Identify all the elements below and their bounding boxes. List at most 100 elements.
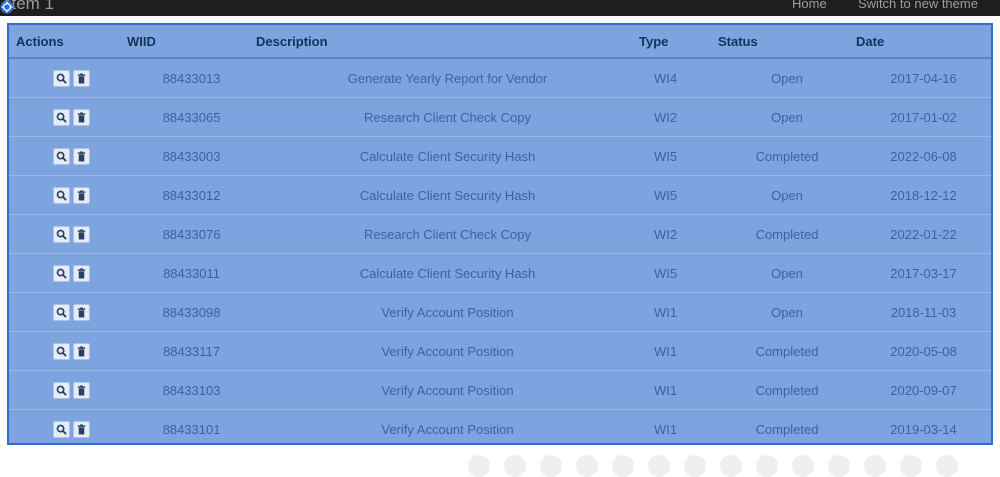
column-header-description[interactable]: Description — [256, 25, 639, 59]
cell-date: 2020-05-08 — [856, 331, 991, 371]
cell-status: Completed — [718, 331, 856, 371]
trash-icon — [76, 267, 87, 279]
pagination-dot[interactable] — [648, 455, 670, 477]
trash-icon — [76, 189, 87, 201]
trash-icon — [76, 423, 87, 435]
pagination-dot[interactable] — [612, 455, 634, 477]
view-button[interactable] — [52, 381, 70, 399]
delete-button[interactable] — [72, 225, 90, 243]
table-row[interactable]: 88433117 Verify Account Position WI1 Comple… — [9, 331, 991, 371]
cell-type: WI2 — [639, 97, 718, 137]
view-button[interactable] — [52, 420, 70, 438]
trash-icon — [76, 111, 87, 123]
search-icon — [56, 112, 67, 123]
pagination-dot[interactable] — [540, 455, 562, 477]
nav-home-link[interactable]: Home — [792, 0, 827, 13]
delete-button[interactable] — [72, 108, 90, 126]
pagination-dot[interactable] — [936, 455, 958, 477]
pagination-dot[interactable] — [576, 455, 598, 477]
cell-wiid: 88433076 — [127, 214, 256, 254]
table-row[interactable]: 88433101 Verify Account Position WI1 Comple… — [9, 410, 991, 444]
cell-wiid: 88433012 — [127, 175, 256, 215]
pagination-dot[interactable] — [684, 455, 706, 477]
view-button[interactable] — [52, 342, 70, 360]
search-icon — [56, 190, 67, 201]
cell-wiid: 88433003 — [127, 136, 256, 176]
pagination-dot[interactable] — [720, 455, 742, 477]
table-row[interactable]: 88433098 Verify Account Position WI1 Open 20… — [9, 292, 991, 332]
delete-button[interactable] — [72, 381, 90, 399]
table-row[interactable]: 88433003 Calculate Client Security Hash WI… — [9, 136, 991, 176]
row-actions-cell — [9, 253, 127, 293]
column-header-wiid[interactable]: WIID — [127, 25, 256, 59]
top-navbar: stem 1 Home Switch to new theme — [0, 0, 1000, 16]
trash-icon — [76, 228, 87, 240]
nav-switch-theme-link[interactable]: Switch to new theme — [858, 0, 978, 13]
cell-wiid: 88433101 — [162, 421, 221, 437]
pagination-dot[interactable] — [468, 455, 490, 477]
delete-button[interactable] — [72, 303, 90, 321]
view-button[interactable] — [52, 303, 70, 321]
delete-button[interactable] — [72, 186, 90, 204]
delete-button[interactable] — [72, 264, 90, 282]
cell-description: Verify Account Position — [256, 370, 639, 410]
search-icon — [56, 424, 67, 435]
pagination-dot[interactable] — [756, 455, 778, 477]
cell-description: Generate Yearly Report for Vendor — [256, 58, 639, 98]
cell-type: WI1 — [639, 292, 718, 332]
cell-date: 2022-01-22 — [856, 214, 991, 254]
delete-button[interactable] — [72, 147, 90, 165]
cell-date: 2018-11-03 — [856, 292, 991, 332]
cell-type: WI1 — [654, 421, 678, 437]
column-header-actions[interactable]: Actions — [9, 25, 127, 59]
view-button[interactable] — [52, 69, 70, 87]
view-button[interactable] — [52, 147, 70, 165]
trash-icon — [76, 72, 87, 84]
table-row[interactable]: 88433103 Verify Account Position WI1 Comple… — [9, 370, 991, 410]
cell-status: Completed — [718, 370, 856, 410]
cell-description: Calculate Client Security Hash — [256, 175, 639, 215]
view-button[interactable] — [52, 225, 70, 243]
view-button[interactable] — [52, 186, 70, 204]
view-button[interactable] — [52, 264, 70, 282]
delete-button[interactable] — [72, 342, 90, 360]
pagination-dot[interactable] — [828, 455, 850, 477]
pagination-dot[interactable] — [792, 455, 814, 477]
pagination-dot[interactable] — [504, 455, 526, 477]
trash-icon — [76, 345, 87, 357]
column-header-date[interactable]: Date — [856, 25, 991, 59]
cell-status: Open — [718, 175, 856, 215]
cell-date: 2018-12-12 — [856, 175, 991, 215]
cell-type: WI5 — [639, 253, 718, 293]
search-icon — [56, 385, 67, 396]
column-header-status[interactable]: Status — [718, 25, 856, 59]
cell-wiid: 88433013 — [127, 58, 256, 98]
column-header-type[interactable]: Type — [639, 25, 718, 59]
cell-date: 2022-06-08 — [856, 136, 991, 176]
table-row[interactable]: 88433011 Calculate Client Security Hash WI… — [9, 253, 991, 293]
cell-description: Calculate Client Security Hash — [256, 253, 639, 293]
crosshair-target-icon — [0, 0, 14, 14]
view-button[interactable] — [52, 108, 70, 126]
delete-button[interactable] — [72, 420, 90, 438]
cell-type: WI5 — [639, 175, 718, 215]
trash-icon — [76, 384, 87, 396]
row-actions-cell — [9, 175, 127, 215]
cell-type: WI2 — [639, 214, 718, 254]
search-icon — [56, 307, 67, 318]
table-header-row: Actions WIID Description Type Status Dat… — [9, 25, 991, 59]
table-row[interactable]: 88433012 Calculate Client Security Hash WI… — [9, 175, 991, 215]
table-row[interactable]: 88433065 Research Client Check Copy WI2 Ope… — [9, 97, 991, 137]
cell-status: Completed — [718, 214, 856, 254]
cell-status: Completed — [718, 136, 856, 176]
table-row[interactable]: 88433013 Generate Yearly Report for Vendo… — [9, 58, 991, 98]
delete-button[interactable] — [72, 69, 90, 87]
table-row[interactable]: 88433076 Research Client Check Copy WI2 Com… — [9, 214, 991, 254]
row-actions-cell — [9, 292, 127, 332]
row-actions-cell — [9, 136, 127, 176]
pagination-dot[interactable] — [900, 455, 922, 477]
pagination-dot[interactable] — [864, 455, 886, 477]
cell-type: WI4 — [639, 58, 718, 98]
cell-status: Open — [718, 97, 856, 137]
search-icon — [56, 73, 67, 84]
